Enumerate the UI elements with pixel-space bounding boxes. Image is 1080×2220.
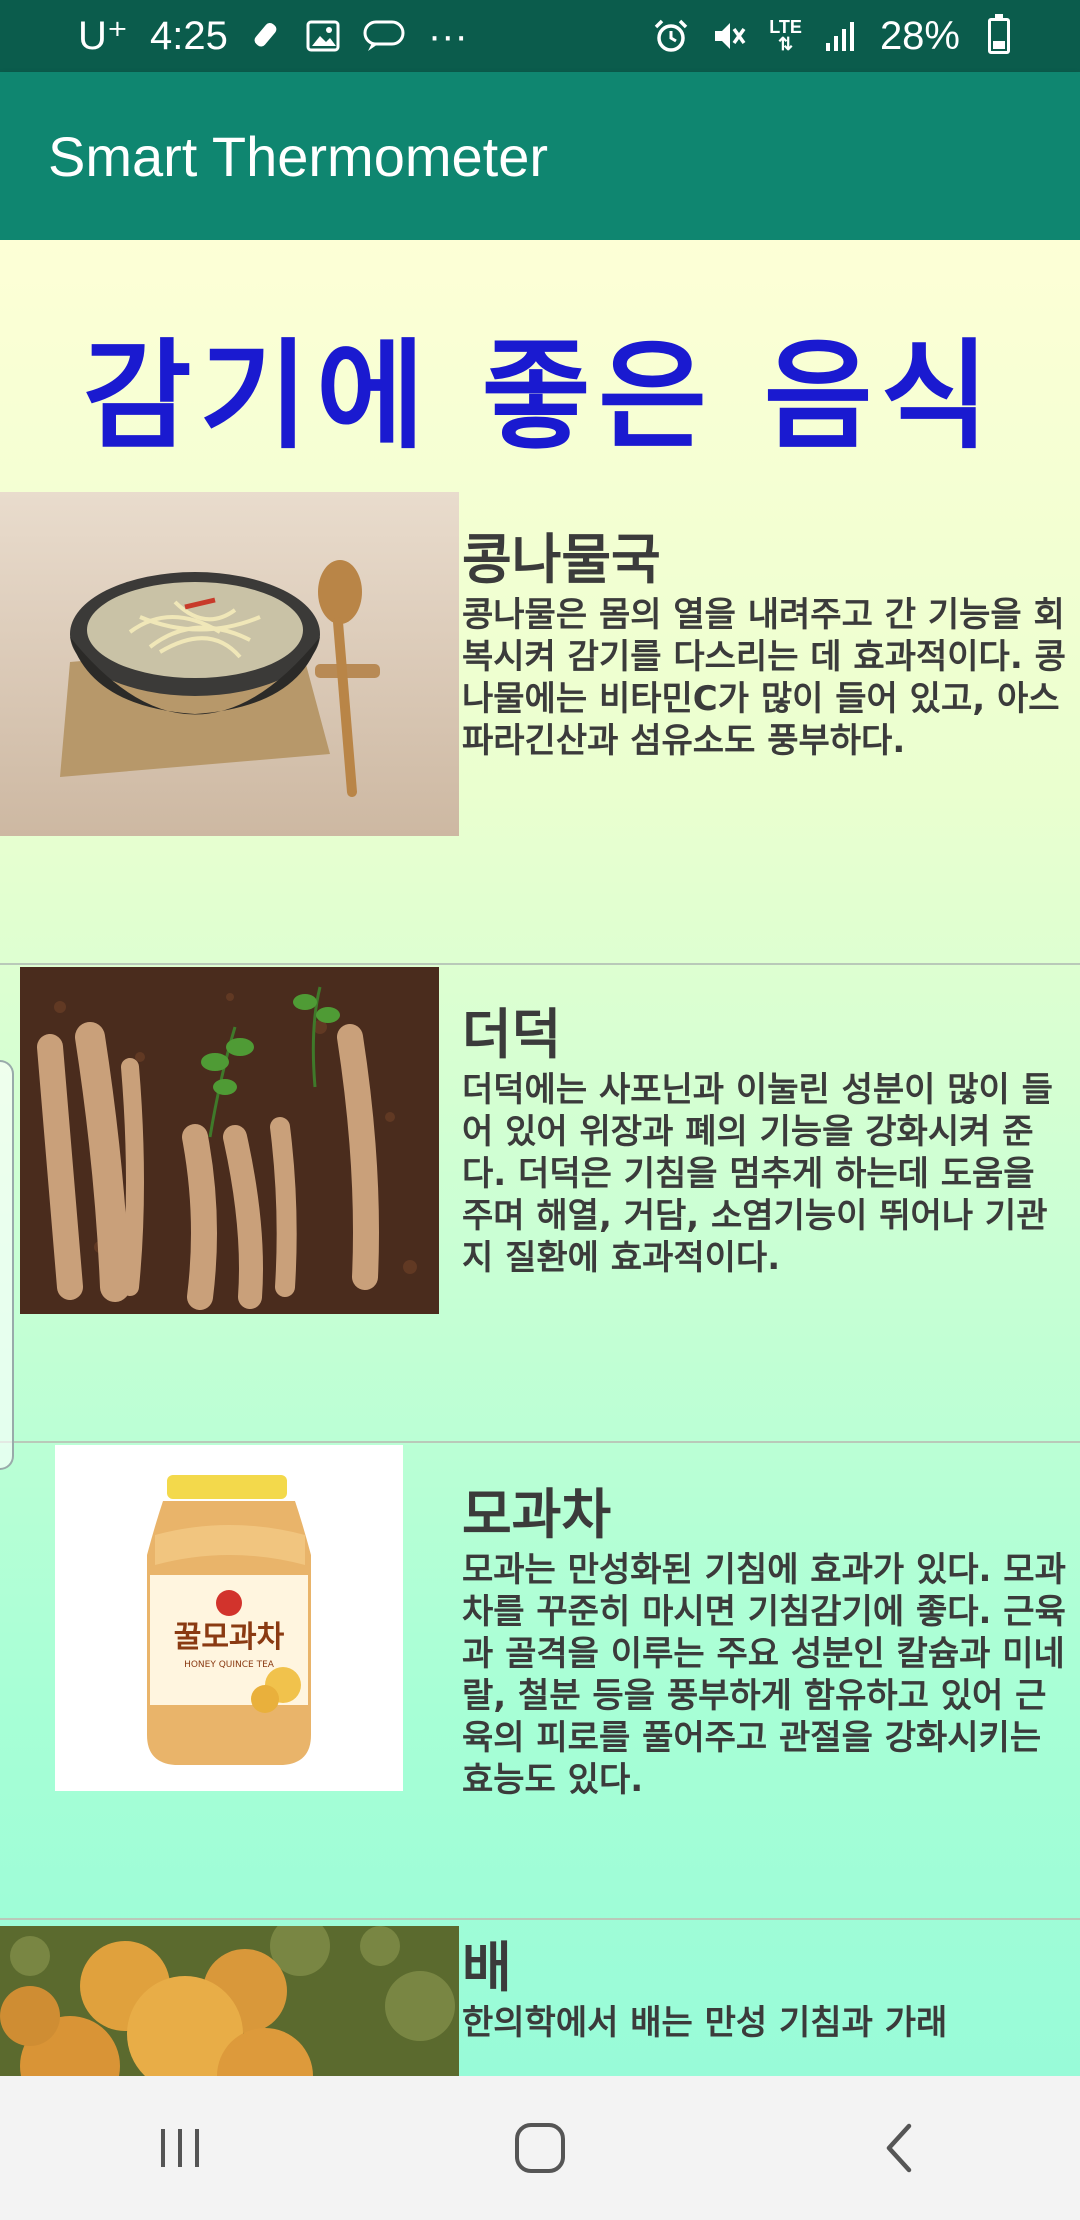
pear-photo [0, 1926, 459, 2076]
app-bar: Smart Thermometer [0, 72, 1080, 240]
recent-apps-icon [161, 2129, 199, 2167]
food-name: 더덕 [462, 1003, 562, 1066]
food-text-quince-tea: 모과차 모과는 만성화된 기침에 효과가 있다. 모과차를 꾸준히 마시면 기침… [462, 1485, 1080, 1801]
home-button[interactable] [480, 2098, 600, 2198]
food-text-bean-sprout-soup: 콩나물국 콩나물은 몸의 열을 내려주고 간 기능을 회복시켜 감기를 다스리는… [462, 530, 1080, 762]
food-description: 더덕에는 사포닌과 이눌린 성분이 많이 들어 있어 위장과 폐의 기능을 강화… [462, 1070, 1053, 1278]
mute-icon [711, 16, 747, 56]
edge-panel-handle[interactable] [0, 1060, 14, 1470]
home-icon [515, 2123, 565, 2173]
battery-icon [988, 14, 1010, 54]
recent-apps-button[interactable] [120, 2098, 240, 2198]
food-text-deodeok: 더덕 더덕에는 사포닌과 이눌린 성분이 많이 들어 있어 위장과 폐의 기능을… [462, 1005, 1080, 1279]
food-name: 배 [462, 1936, 512, 1999]
back-button[interactable] [840, 2098, 960, 2198]
status-bar: U⁺ 4:25 ··· LTE ⇅ 28% [0, 0, 1080, 72]
food-text-pear: 배 한의학에서 배는 만성 기침과 가래 [462, 1938, 1080, 2044]
alarm-icon [653, 16, 689, 56]
status-left: U⁺ 4:25 ··· [78, 13, 468, 59]
food-item-bean-sprout-soup[interactable]: 콩나물국 콩나물은 몸의 열을 내려주고 간 기능을 회복시켜 감기를 다스리는… [0, 492, 1080, 965]
data-arrows: ⇅ [778, 34, 794, 54]
food-name: 모과차 [462, 1483, 612, 1546]
lte-icon: LTE ⇅ [769, 16, 802, 56]
status-right: LTE ⇅ 28% [653, 14, 1010, 59]
food-description: 한의학에서 배는 만성 기침과 가래 [462, 2003, 948, 2043]
jar-sublabel: HONEY QUINCE TEA [184, 1660, 275, 1670]
image-icon [306, 16, 340, 56]
jar-label: 꿀모과차 [174, 1620, 285, 1655]
back-icon [886, 2123, 912, 2173]
food-list-scroll[interactable]: 감기에 좋은 음식 콩나물국 콩나물은 몸의 열을 내려주고 간 기능을 회복시… [0, 240, 1080, 2076]
navigation-bar [0, 2076, 1080, 2220]
carrier-label: U⁺ [78, 14, 128, 58]
quince-tea-jar-photo: 꿀모과차 HONEY QUINCE TEA [55, 1445, 403, 1791]
deodeok-photo [20, 967, 439, 1314]
signal-icon [824, 16, 858, 56]
food-name: 콩나물국 [462, 528, 661, 591]
screen: U⁺ 4:25 ··· LTE ⇅ 28% Smart Thermometer … [0, 0, 1080, 2220]
bean-sprout-soup-photo [0, 492, 459, 836]
pencil-icon [250, 16, 284, 56]
chat-bubble-icon [362, 16, 406, 56]
food-description: 콩나물은 몸의 열을 내려주고 간 기능을 회복시켜 감기를 다스리는 데 효과… [462, 595, 1066, 761]
food-item-pear[interactable]: 배 한의학에서 배는 만성 기침과 가래 [0, 1920, 1080, 2076]
battery-percent: 28% [879, 13, 960, 58]
more-notifications: ··· [427, 13, 468, 58]
page-heading: 감기에 좋은 음식 [82, 327, 998, 465]
food-description: 모과는 만성화된 기침에 효과가 있다. 모과차를 꾸준히 마시면 기침감기에 … [462, 1550, 1066, 1800]
food-item-deodeok[interactable]: 더덕 더덕에는 사포닌과 이눌린 성분이 많이 들어 있어 위장과 폐의 기능을… [0, 965, 1080, 1443]
app-title: Smart Thermometer [48, 124, 548, 188]
food-item-quince-tea[interactable]: 꿀모과차 HONEY QUINCE TEA 모과차 모과는 만성화된 기침에 효… [0, 1443, 1080, 1920]
clock: 4:25 [150, 13, 228, 58]
